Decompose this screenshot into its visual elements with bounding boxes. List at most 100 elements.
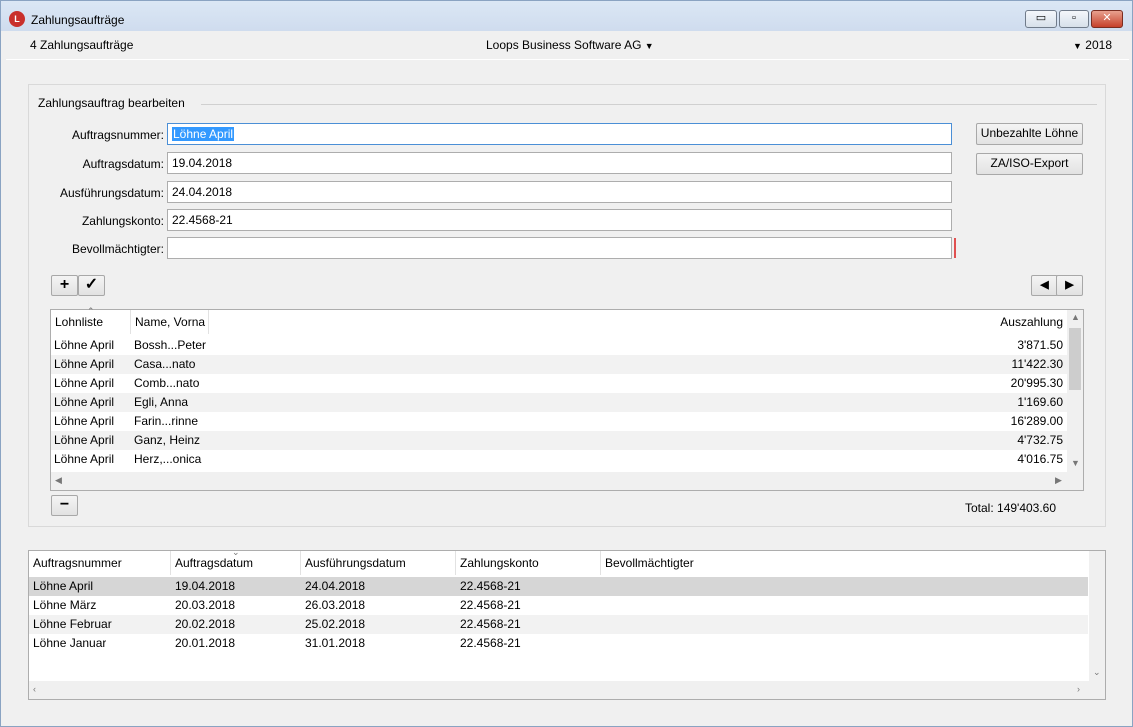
horizontal-scrollbar[interactable]: ◀ ▶ bbox=[51, 472, 1083, 490]
horizontal-scrollbar[interactable]: ‹ › bbox=[29, 681, 1105, 699]
scroll-right-icon[interactable]: ▶ bbox=[1055, 475, 1062, 486]
table-row[interactable]: Löhne April Farin...rinne 16'289.00 bbox=[51, 412, 1067, 431]
sort-indicator-icon: ⌄ bbox=[232, 547, 240, 557]
cell-auftragsnummer: Löhne Februar bbox=[33, 617, 112, 631]
prev-record-button[interactable]: ◀ bbox=[1031, 275, 1058, 296]
unbezahlte-loehne-button[interactable]: Unbezahlte Löhne bbox=[976, 123, 1083, 145]
required-marker bbox=[954, 238, 956, 258]
cell-name: Bossh...Peter bbox=[134, 338, 207, 352]
auftragsnummer-value: Löhne April bbox=[172, 127, 235, 141]
cell-name: Farin...rinne bbox=[134, 414, 199, 428]
add-button[interactable]: + bbox=[51, 275, 78, 296]
cell-lohnliste: Löhne April bbox=[54, 338, 115, 352]
column-header-zahlungskonto[interactable]: Zahlungskonto bbox=[456, 551, 601, 575]
table-row[interactable]: Löhne Januar 20.01.2018 31.01.2018 22.45… bbox=[29, 634, 1088, 653]
main-content: Zahlungsauftrag bearbeiten Auftragsnumme… bbox=[6, 59, 1129, 723]
bevollmaechtigter-input[interactable] bbox=[167, 237, 952, 259]
chevron-down-icon: ▼ bbox=[1073, 41, 1082, 51]
cell-ausfuehrungsdatum: 24.04.2018 bbox=[305, 579, 366, 593]
cell-auftragsnummer: Löhne April bbox=[33, 579, 94, 593]
company-name: Loops Business Software AG bbox=[486, 38, 642, 52]
zahlungskonto-input[interactable]: 22.4568-21 bbox=[167, 209, 952, 231]
next-record-button[interactable]: ▶ bbox=[1056, 275, 1083, 296]
cell-lohnliste: Löhne April bbox=[54, 414, 115, 428]
loops-app-icon: L bbox=[9, 11, 25, 27]
cell-auftragsdatum: 20.01.2018 bbox=[175, 636, 236, 650]
auftragsnummer-input[interactable]: Löhne April bbox=[167, 123, 952, 145]
cell-zahlungskonto: 22.4568-21 bbox=[460, 598, 521, 612]
year-selector[interactable]: ▼ 2018 bbox=[1073, 38, 1112, 52]
cell-auftragsnummer: Löhne März bbox=[33, 598, 97, 612]
table-row[interactable]: Löhne April Ganz, Heinz 4'732.75 bbox=[51, 431, 1067, 450]
cell-name: Ganz, Heinz bbox=[134, 433, 201, 447]
column-header-bevollmaechtigter[interactable]: Bevollmächtigter bbox=[601, 551, 1089, 575]
cell-auszahlung: 4'732.75 bbox=[1017, 433, 1063, 447]
orders-table: Auftragsnummer Auftragsdatum ⌄ Ausführun… bbox=[28, 547, 1106, 700]
cell-lohnliste: Löhne April bbox=[54, 452, 115, 466]
scroll-left-icon[interactable]: ◀ bbox=[55, 475, 62, 486]
ausfuehrungsdatum-input[interactable]: 24.04.2018 bbox=[167, 181, 952, 203]
table-row[interactable]: Löhne März 20.03.2018 26.03.2018 22.4568… bbox=[29, 596, 1088, 615]
cell-ausfuehrungsdatum: 26.03.2018 bbox=[305, 598, 366, 612]
remove-button[interactable]: − bbox=[51, 495, 78, 516]
za-iso-export-button[interactable]: ZA/ISO-Export bbox=[976, 153, 1083, 175]
cell-auszahlung: 3'871.50 bbox=[1017, 338, 1063, 352]
cell-lohnliste: Löhne April bbox=[54, 357, 115, 371]
vertical-scrollbar[interactable]: ▲ ▼ bbox=[1067, 310, 1083, 472]
table-row[interactable]: Löhne April Herz,...onica 4'016.75 bbox=[51, 450, 1067, 469]
app-window: L Zahlungsaufträge ▭ ▫ ✕ 4 Zahlungsauftr… bbox=[0, 0, 1133, 727]
group-title: Zahlungsauftrag bearbeiten bbox=[38, 96, 185, 110]
edit-order-group: Zahlungsauftrag bearbeiten Auftragsnumme… bbox=[28, 84, 1106, 527]
cell-auszahlung: 11'422.30 bbox=[1011, 357, 1063, 371]
minimize-button[interactable]: ▭ bbox=[1025, 10, 1057, 28]
close-button[interactable]: ✕ bbox=[1091, 10, 1123, 28]
scroll-down-icon[interactable]: ▼ bbox=[1071, 458, 1080, 468]
cell-auszahlung: 1'169.60 bbox=[1017, 395, 1063, 409]
cell-name: Comb...nato bbox=[134, 376, 200, 390]
header-toolbar: 4 Zahlungsaufträge Loops Business Softwa… bbox=[6, 31, 1126, 59]
title-bar[interactable]: L Zahlungsaufträge ▭ ▫ ✕ bbox=[1, 1, 1132, 31]
table-row[interactable]: Löhne April Egli, Anna 1'169.60 bbox=[51, 393, 1067, 412]
auftragsnummer-label: Auftragsnummer: bbox=[71, 128, 164, 142]
window-title: Zahlungsaufträge bbox=[31, 13, 125, 27]
chevron-down-icon: ▼ bbox=[644, 41, 654, 51]
scroll-right-icon[interactable]: › bbox=[1077, 684, 1080, 694]
record-count: 4 Zahlungsaufträge bbox=[30, 38, 134, 52]
vertical-scrollbar[interactable]: ⌄ bbox=[1089, 551, 1105, 681]
scroll-left-icon[interactable]: ‹ bbox=[33, 684, 36, 694]
table-row[interactable]: Löhne April Comb...nato 20'995.30 bbox=[51, 374, 1067, 393]
zahlungskonto-label: Zahlungskonto: bbox=[81, 214, 164, 228]
auftragsdatum-label: Auftragsdatum: bbox=[82, 157, 164, 171]
maximize-button[interactable]: ▫ bbox=[1059, 10, 1089, 28]
company-selector[interactable]: Loops Business Software AG ▼ bbox=[486, 38, 654, 52]
auftragsdatum-input[interactable]: 19.04.2018 bbox=[167, 152, 952, 174]
cell-ausfuehrungsdatum: 31.01.2018 bbox=[305, 636, 366, 650]
cell-lohnliste: Löhne April bbox=[54, 433, 115, 447]
table-row[interactable]: Löhne April Bossh...Peter 3'871.50 bbox=[51, 336, 1067, 355]
cell-name: Egli, Anna bbox=[134, 395, 189, 409]
cell-auftragsnummer: Löhne Januar bbox=[33, 636, 107, 650]
cell-auftragsdatum: 20.03.2018 bbox=[175, 598, 236, 612]
cell-auftragsdatum: 19.04.2018 bbox=[175, 579, 236, 593]
payroll-table: Lohnliste Name, Vorna Auszahlung ⌃ Löhne… bbox=[50, 306, 1084, 491]
scroll-down-icon[interactable]: ⌄ bbox=[1093, 667, 1101, 678]
cell-lohnliste: Löhne April bbox=[54, 376, 115, 390]
cell-auftragsdatum: 20.02.2018 bbox=[175, 617, 236, 631]
bevollmaechtigter-label: Bevollmächtigter: bbox=[71, 242, 164, 256]
scroll-up-icon[interactable]: ▲ bbox=[1071, 312, 1080, 322]
column-header-auftragsnummer[interactable]: Auftragsnummer bbox=[29, 551, 171, 575]
cell-zahlungskonto: 22.4568-21 bbox=[460, 636, 521, 650]
confirm-button[interactable]: ✓ bbox=[78, 275, 105, 296]
cell-ausfuehrungsdatum: 25.02.2018 bbox=[305, 617, 366, 631]
sort-indicator-icon: ⌃ bbox=[87, 306, 95, 316]
column-header-name[interactable]: Name, Vorna bbox=[131, 310, 209, 334]
column-header-auszahlung[interactable]: Auszahlung bbox=[209, 310, 1067, 334]
table-row[interactable]: Löhne Februar 20.02.2018 25.02.2018 22.4… bbox=[29, 615, 1088, 634]
payroll-total: Total: 149'403.60 bbox=[965, 501, 1057, 515]
ausfuehrungsdatum-label: Ausführungsdatum: bbox=[59, 186, 164, 200]
column-header-ausfuehrungsdatum[interactable]: Ausführungsdatum bbox=[301, 551, 456, 575]
table-row[interactable]: Löhne April Casa...nato 11'422.30 bbox=[51, 355, 1067, 374]
table-row[interactable]: Löhne April 19.04.2018 24.04.2018 22.456… bbox=[29, 577, 1088, 596]
scroll-thumb[interactable] bbox=[1069, 328, 1081, 390]
cell-zahlungskonto: 22.4568-21 bbox=[460, 617, 521, 631]
